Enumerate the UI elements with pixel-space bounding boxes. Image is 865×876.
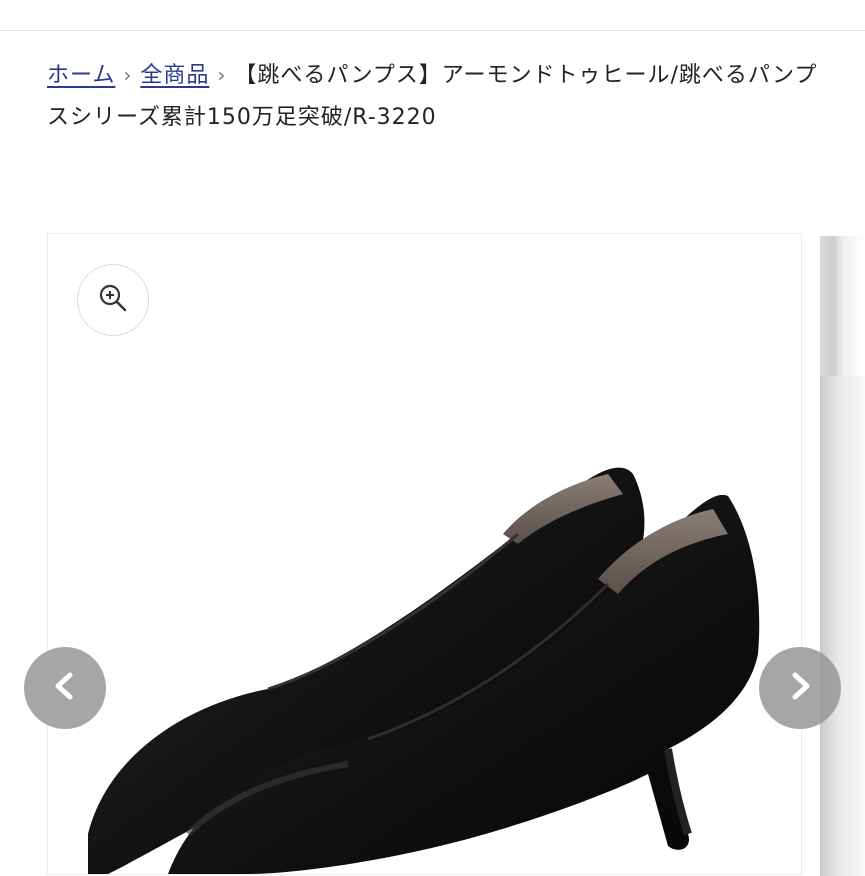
product-image[interactable] [48, 234, 801, 874]
breadcrumb-all-products-link[interactable]: 全商品 [140, 63, 209, 88]
breadcrumb-separator-icon: › [217, 63, 227, 87]
chevron-right-icon [783, 669, 817, 707]
previous-image-button[interactable] [24, 647, 106, 729]
header-bar [0, 0, 865, 31]
next-image-thumbnail[interactable] [820, 236, 865, 876]
product-image-gallery[interactable] [47, 233, 802, 875]
zoom-button[interactable] [77, 264, 149, 336]
chevron-left-icon [48, 669, 82, 707]
next-image-button[interactable] [759, 647, 841, 729]
breadcrumb-home-link[interactable]: ホーム [47, 63, 115, 88]
breadcrumb-separator-icon: › [123, 63, 133, 87]
zoom-in-icon [98, 283, 128, 317]
breadcrumb: ホーム › 全商品 › 【跳べるパンプス】アーモンドトゥヒール/跳べるパンプスシリーズ累… [47, 54, 837, 139]
